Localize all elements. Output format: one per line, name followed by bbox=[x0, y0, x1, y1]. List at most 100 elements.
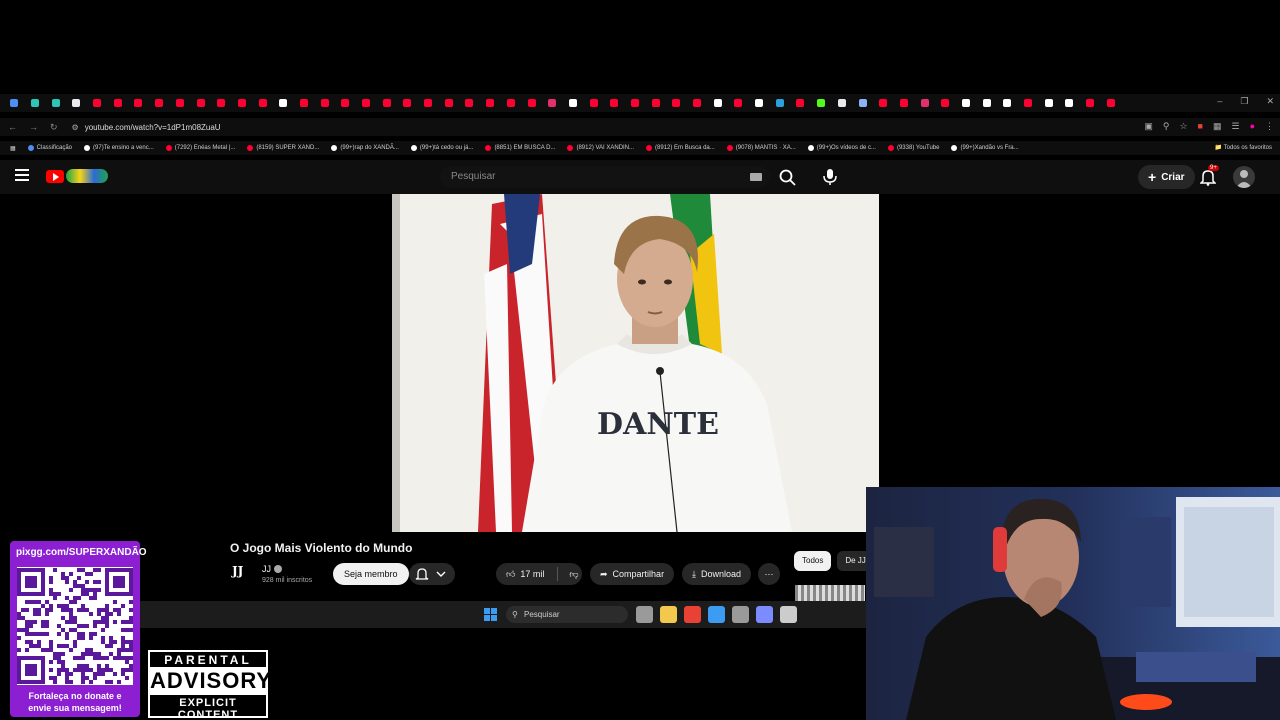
browser-tab[interactable] bbox=[45, 94, 66, 112]
browser-tab[interactable] bbox=[501, 94, 522, 112]
profile-icon[interactable]: ● bbox=[1250, 121, 1255, 132]
browser-tab[interactable] bbox=[1018, 94, 1039, 112]
windows-start-icon[interactable] bbox=[484, 608, 497, 621]
notifications-button[interactable]: 9+ bbox=[1199, 165, 1219, 186]
browser-tab[interactable] bbox=[852, 94, 873, 112]
back-icon[interactable]: ← bbox=[8, 122, 17, 133]
browser-tab[interactable] bbox=[583, 94, 604, 112]
browser-tab[interactable] bbox=[335, 94, 356, 112]
bookmark-item[interactable]: (8912) Em Busca da... bbox=[646, 145, 715, 151]
browser-tab[interactable] bbox=[956, 94, 977, 112]
browser-tab[interactable] bbox=[418, 94, 439, 112]
browser-tab[interactable] bbox=[273, 94, 294, 112]
related-video-thumbnail[interactable] bbox=[795, 585, 865, 601]
cast-icon[interactable]: ▣ bbox=[1144, 121, 1153, 132]
bookmark-item[interactable]: (97)Te ensino a venc... bbox=[84, 145, 154, 151]
channel-avatar[interactable]: JJ bbox=[232, 564, 252, 584]
taskbar-app-icon[interactable] bbox=[684, 606, 701, 623]
browser-tab[interactable] bbox=[832, 94, 853, 112]
bookmark-item[interactable]: Classificação bbox=[27, 145, 72, 151]
browser-tab[interactable] bbox=[914, 94, 935, 112]
browser-tab[interactable] bbox=[149, 94, 170, 112]
reload-icon[interactable]: ↻ bbox=[50, 122, 58, 133]
more-actions-button[interactable]: ⋯ bbox=[758, 563, 780, 585]
account-avatar[interactable] bbox=[1233, 166, 1255, 188]
bookmark-item[interactable]: (7292) Enéas Metal |... bbox=[165, 145, 235, 151]
browser-tab[interactable] bbox=[356, 94, 377, 112]
browser-tab[interactable] bbox=[749, 94, 770, 112]
youtube-logo[interactable] bbox=[46, 169, 108, 183]
browser-tab[interactable] bbox=[1100, 94, 1121, 112]
bookmark-star-icon[interactable]: ☆ bbox=[1179, 121, 1187, 132]
taskbar-app-icon[interactable] bbox=[708, 606, 725, 623]
search-icon[interactable] bbox=[778, 168, 798, 188]
browser-tab[interactable] bbox=[521, 94, 542, 112]
channel-name-row[interactable]: JJ bbox=[262, 564, 282, 574]
browser-tab[interactable] bbox=[666, 94, 687, 112]
taskbar-app-icon[interactable] bbox=[732, 606, 749, 623]
browser-menu-icon[interactable]: ⋮ bbox=[1265, 121, 1274, 132]
microphone-icon[interactable] bbox=[822, 168, 838, 186]
share-button[interactable]: ➦ Compartilhar bbox=[590, 563, 675, 585]
browser-tab[interactable] bbox=[397, 94, 418, 112]
browser-tab[interactable] bbox=[707, 94, 728, 112]
browser-tab[interactable] bbox=[294, 94, 315, 112]
extensions-icon[interactable]: ▦ bbox=[1213, 121, 1222, 132]
extension-red-icon[interactable]: ■ bbox=[1198, 121, 1203, 132]
browser-tab[interactable] bbox=[604, 94, 625, 112]
like-icon[interactable]: 👍︎ bbox=[506, 569, 515, 580]
address-field[interactable]: ⚙ youtube.com/watch?v=1dP1m08ZuaU bbox=[72, 123, 221, 132]
browser-tab[interactable] bbox=[1059, 94, 1080, 112]
bookmark-item[interactable]: (99+)Xandão vs Fra... bbox=[951, 145, 1019, 151]
minimize-icon[interactable]: – bbox=[1217, 96, 1222, 107]
close-window-icon[interactable]: ✕ bbox=[1266, 96, 1274, 107]
browser-tab[interactable] bbox=[687, 94, 708, 112]
bookmark-item[interactable]: (9338) YouTube bbox=[887, 145, 939, 151]
browser-tab[interactable] bbox=[935, 94, 956, 112]
bookmark-item[interactable]: (8159) SUPER XAND... bbox=[247, 145, 319, 151]
browser-tab[interactable] bbox=[459, 94, 480, 112]
browser-tab[interactable] bbox=[66, 94, 87, 112]
bookmark-item[interactable]: (99+)tá cedo ou já... bbox=[410, 145, 473, 151]
browser-tab[interactable] bbox=[4, 94, 25, 112]
join-button[interactable]: Seja membro bbox=[333, 563, 409, 585]
browser-tab[interactable] bbox=[769, 94, 790, 112]
download-button[interactable]: ⤓ Download bbox=[682, 563, 752, 585]
browser-tab[interactable] bbox=[25, 94, 46, 112]
zoom-icon[interactable]: ⚲ bbox=[1163, 121, 1170, 132]
taskbar-search[interactable]: ⚲ Pesquisar bbox=[506, 606, 628, 623]
browser-tab[interactable] bbox=[645, 94, 666, 112]
browser-tab[interactable] bbox=[873, 94, 894, 112]
subscription-bell-button[interactable] bbox=[409, 563, 455, 585]
bookmark-item[interactable]: (99+)Os vídeos de c... bbox=[807, 145, 876, 151]
video-player[interactable]: DANTE bbox=[392, 194, 879, 532]
browser-tab[interactable] bbox=[997, 94, 1018, 112]
browser-tab[interactable] bbox=[728, 94, 749, 112]
browser-tab[interactable] bbox=[542, 94, 563, 112]
browser-tab[interactable] bbox=[232, 94, 253, 112]
browser-tab[interactable] bbox=[625, 94, 646, 112]
browser-tab[interactable] bbox=[170, 94, 191, 112]
bookmark-item[interactable]: (9078) MANTIS · XA... bbox=[726, 145, 796, 151]
taskbar-app-icon[interactable] bbox=[756, 606, 773, 623]
taskbar-app-icon[interactable] bbox=[780, 606, 797, 623]
browser-tab[interactable] bbox=[811, 94, 832, 112]
browser-tab[interactable] bbox=[376, 94, 397, 112]
apps-grid-icon[interactable]: ▦ bbox=[10, 145, 16, 152]
bookmark-item[interactable]: (8851) EM BUSCA D... bbox=[485, 145, 555, 151]
url-text[interactable]: youtube.com/watch?v=1dP1m08ZuaU bbox=[85, 123, 221, 132]
browser-tab[interactable] bbox=[252, 94, 273, 112]
menu-icon[interactable] bbox=[15, 169, 29, 183]
browser-tab[interactable] bbox=[1080, 94, 1101, 112]
browser-tab[interactable] bbox=[107, 94, 128, 112]
chip-all[interactable]: Todos bbox=[794, 551, 832, 571]
browser-tab[interactable] bbox=[211, 94, 232, 112]
taskbar-app-icon[interactable] bbox=[636, 606, 653, 623]
forward-icon[interactable]: → bbox=[29, 122, 38, 133]
browser-tab[interactable] bbox=[438, 94, 459, 112]
browser-tab[interactable] bbox=[128, 94, 149, 112]
like-count[interactable]: 17 mil bbox=[520, 569, 544, 579]
bookmark-item[interactable]: (8912) VAI XANDIN... bbox=[567, 145, 634, 151]
channel-name[interactable]: JJ bbox=[262, 564, 271, 574]
restore-icon[interactable]: ❐ bbox=[1240, 96, 1248, 107]
